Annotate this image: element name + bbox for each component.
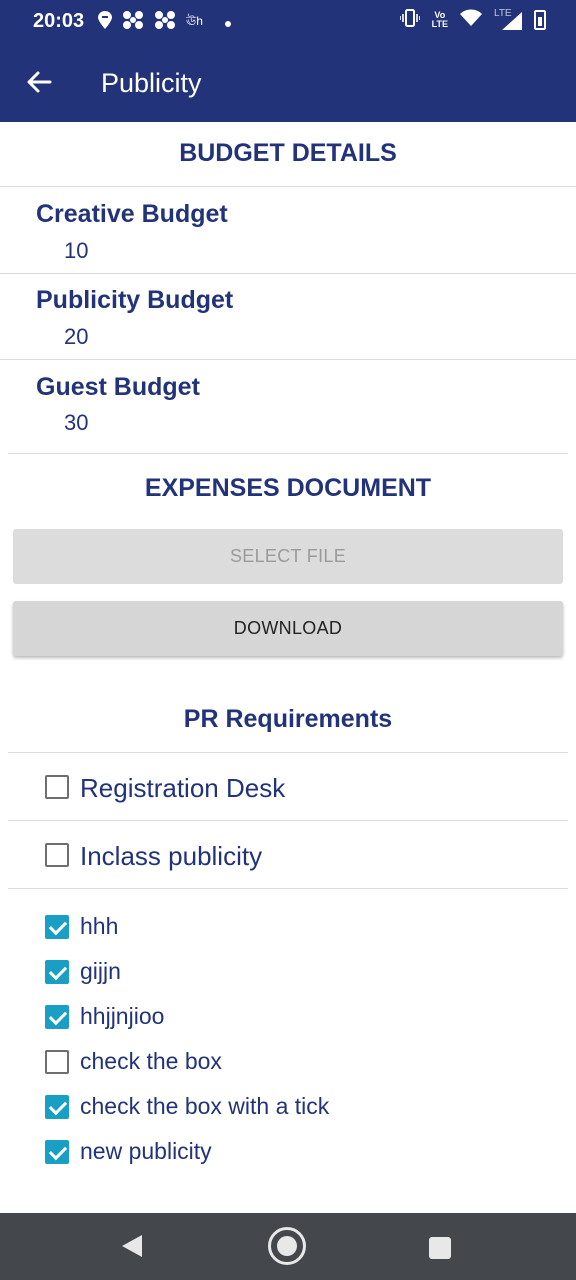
status-bar: 20:03 ঊh Vo LTE LTE [0,0,576,44]
inclass-publicity-label[interactable]: Inclass publicity [80,841,262,872]
new-publicity-checkbox[interactable] [45,1140,69,1164]
lte-signal-icon: LTE [494,8,522,30]
hhh-label[interactable]: hhh [80,913,118,940]
battery-icon [534,9,546,30]
registration-desk-checkbox[interactable] [45,775,69,799]
expenses-section-title: EXPENSES DOCUMENT [144,474,432,502]
gijjn-label[interactable]: gijjn [80,958,121,985]
publicity-budget-value: 20 [64,324,89,349]
page-title: Publicity [101,68,202,98]
hhh-checkbox[interactable] [45,915,69,939]
divider [8,820,568,821]
creative-budget-value: 10 [64,238,89,263]
divider [0,359,576,360]
app-bar: Publicity [0,44,576,122]
new-publicity-label[interactable]: new publicity [80,1138,212,1165]
arrow-left-icon[interactable] [22,64,58,100]
app-icon: ঊh [186,13,203,28]
divider [0,186,576,187]
check-the-box-with-a-tick-checkbox[interactable] [45,1095,69,1119]
guest-budget-value: 30 [64,410,89,435]
nav-home-icon[interactable] [268,1227,306,1265]
registration-desk-label[interactable]: Registration Desk [80,773,285,804]
volte-icon: Vo LTE [431,9,448,29]
divider [0,273,576,274]
guest-budget-label: Guest Budget [36,373,200,401]
nav-back-icon[interactable] [122,1235,142,1257]
status-right-icons: Vo LTE LTE [398,8,546,30]
wifi-icon [460,9,482,30]
pr-section-title: PR Requirements [183,705,393,733]
check-the-box-checkbox[interactable] [45,1050,69,1074]
divider [8,888,568,889]
vibrate-icon [398,9,421,30]
download-button[interactable]: DOWNLOAD [13,601,563,656]
gijjn-checkbox[interactable] [45,960,69,984]
inclass-publicity-checkbox[interactable] [45,843,69,867]
dot-icon [224,14,231,32]
creative-budget-label: Creative Budget [36,200,228,228]
check-the-box-with-a-tick-label[interactable]: check the box with a tick [80,1093,329,1120]
divider [8,752,568,753]
divider [8,453,568,454]
swiggy-icon [98,11,112,34]
connectivity-icon [122,10,144,35]
budget-section-title: BUDGET DETAILS [179,139,397,167]
status-left-icons: ঊh [98,10,231,35]
nav-recent-apps-icon[interactable] [429,1237,451,1259]
publicity-budget-label: Publicity Budget [36,286,234,314]
hhjjnjioo-checkbox[interactable] [45,1005,69,1029]
system-navigation-bar [0,1213,576,1280]
status-time: 20:03 [33,10,85,32]
connectivity-icon [154,10,176,35]
select-file-button[interactable]: SELECT FILE [13,529,563,584]
hhjjnjioo-label[interactable]: hhjjnjioo [80,1003,164,1030]
check-the-box-label[interactable]: check the box [80,1048,222,1075]
